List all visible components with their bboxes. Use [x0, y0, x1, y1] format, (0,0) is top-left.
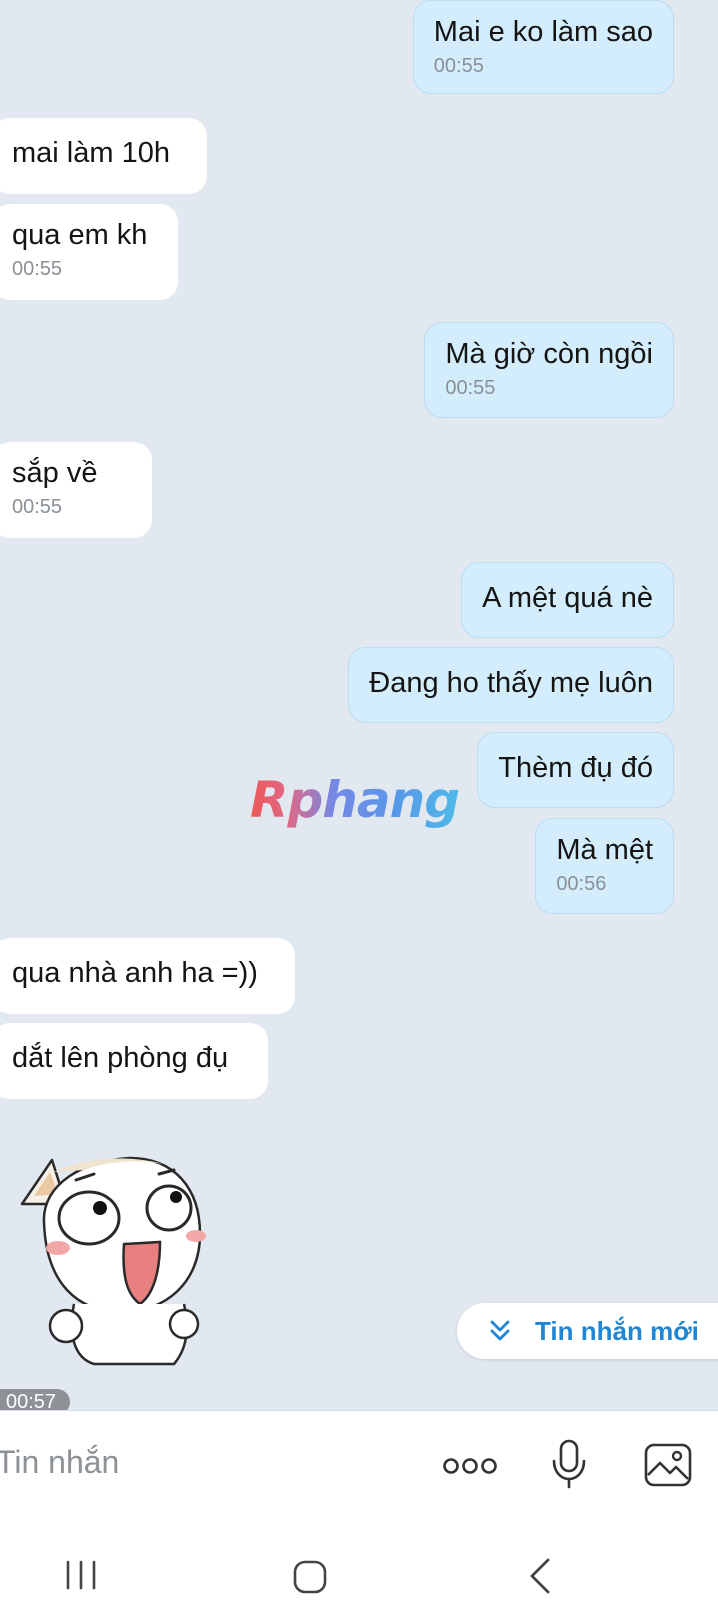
message-text: Mà mệt — [556, 834, 653, 866]
message-incoming[interactable]: qua nhà anh ha =)) — [0, 938, 295, 1014]
message-incoming[interactable]: dắt lên phòng đụ — [0, 1023, 268, 1099]
message-outgoing[interactable]: Mà giờ còn ngồi 00:55 — [424, 322, 674, 418]
message-text: qua nhà anh ha =)) — [12, 957, 258, 989]
watermark: Rphang — [250, 771, 460, 829]
message-text: sắp về — [12, 457, 98, 489]
double-chevron-down-icon — [490, 1320, 510, 1341]
message-input[interactable]: Tin nhắn — [0, 1441, 119, 1483]
message-text: mai làm 10h — [12, 137, 170, 169]
message-outgoing[interactable]: Thèm đụ đó — [477, 732, 674, 808]
back-icon[interactable] — [528, 1558, 552, 1594]
sticker-image[interactable] — [14, 1144, 214, 1372]
composer-bar: Tin nhắn — [0, 1410, 718, 1518]
message-time: 00:55 — [445, 377, 496, 399]
chat-area[interactable]: Mai e ko làm sao 00:55 mai làm 10h qua e… — [0, 0, 718, 1415]
image-icon[interactable] — [644, 1443, 692, 1487]
message-text: Đang ho thấy mẹ luôn — [369, 667, 653, 699]
message-incoming[interactable]: qua em kh 00:55 — [0, 204, 178, 300]
new-messages-label: Tin nhắn mới — [535, 1315, 699, 1346]
message-outgoing[interactable]: Mà mệt 00:56 — [535, 818, 674, 914]
message-incoming[interactable]: mai làm 10h — [0, 118, 207, 194]
home-icon[interactable] — [293, 1560, 327, 1594]
message-time: 00:55 — [12, 258, 63, 280]
message-incoming[interactable]: sắp về 00:55 — [0, 442, 152, 538]
message-text: dắt lên phòng đụ — [12, 1042, 229, 1074]
message-text: qua em kh — [12, 219, 148, 251]
more-dots-icon[interactable] — [442, 1457, 498, 1475]
message-time: 00:56 — [556, 873, 607, 895]
message-text: Thèm đụ đó — [498, 752, 653, 784]
new-messages-button[interactable]: Tin nhắn mới — [457, 1303, 718, 1359]
microphone-icon[interactable] — [551, 1439, 587, 1489]
message-time: 00:55 — [12, 496, 63, 518]
message-text: Mà giờ còn ngồi — [445, 338, 653, 370]
message-time: 00:55 — [433, 55, 484, 77]
recent-apps-icon[interactable] — [64, 1560, 98, 1590]
message-outgoing[interactable]: A mệt quá nè — [461, 562, 674, 638]
message-text: A mệt quá nè — [482, 582, 653, 614]
system-navigation-bar — [0, 1518, 718, 1600]
message-text: Mai e ko làm sao — [433, 16, 653, 48]
message-outgoing[interactable]: Mai e ko làm sao 00:55 — [412, 0, 674, 94]
message-outgoing[interactable]: Đang ho thấy mẹ luôn — [348, 647, 674, 723]
